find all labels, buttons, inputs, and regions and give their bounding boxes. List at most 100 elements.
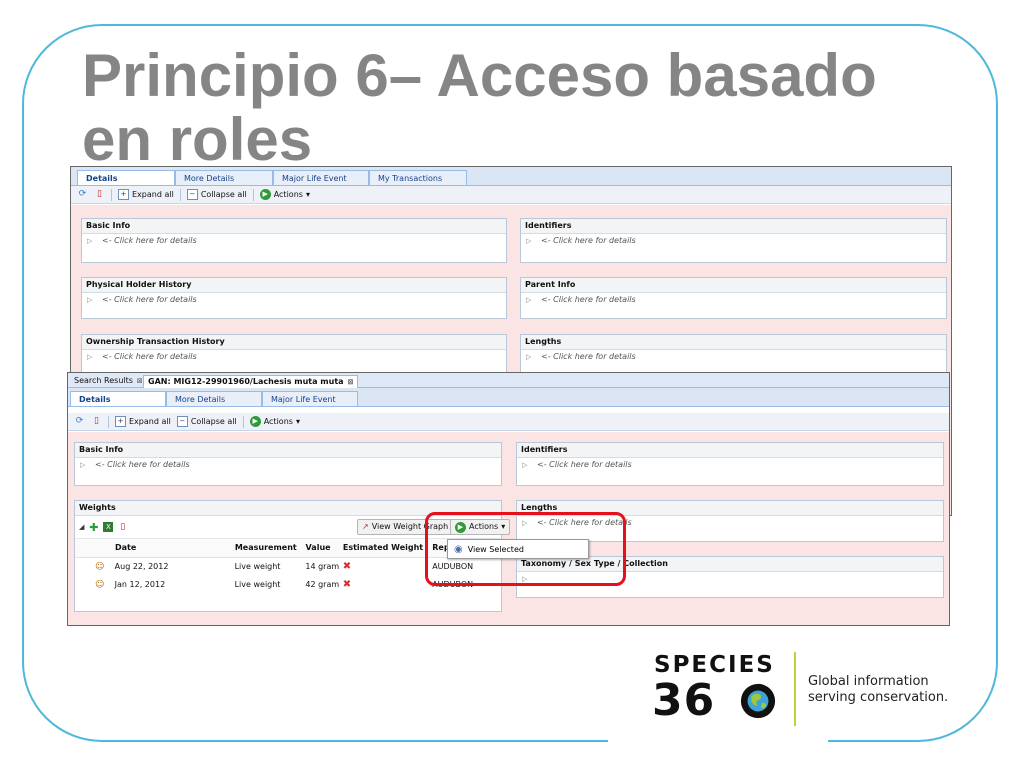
- panel-title: Identifiers: [517, 443, 943, 458]
- expand-triangle-icon[interactable]: ▷: [526, 234, 531, 248]
- panel-identifiers: Identifiers ▷ <- Click here for details: [516, 442, 944, 486]
- panel-expand-row[interactable]: ▷ <- Click here for details: [82, 234, 506, 248]
- panel-expand-row[interactable]: ▷ <- Click here for details: [82, 350, 506, 364]
- collapse-all-label: Collapse all: [200, 190, 247, 199]
- tab-major-life-event[interactable]: Major Life Event: [262, 391, 358, 406]
- actions-button[interactable]: ▶ Actions ▾: [249, 416, 300, 427]
- doctab-animal-record[interactable]: GAN: MIG12-29901960/Lachesis muta muta ⊠: [143, 375, 359, 388]
- actions-label: Actions: [263, 417, 293, 426]
- tab-my-transactions[interactable]: My Transactions: [369, 170, 467, 185]
- panel-title: Basic Info: [75, 443, 501, 458]
- panel-hint: <- Click here for details: [102, 352, 197, 361]
- toolbar-separator: [179, 188, 181, 201]
- expand-triangle-icon[interactable]: ▷: [87, 293, 92, 307]
- refresh-icon[interactable]: ⟳: [77, 189, 88, 200]
- panel-title: Ownership Transaction History: [82, 335, 506, 350]
- panel-identifiers: Identifiers ▷ <- Click here for details: [520, 218, 947, 263]
- expand-icon: +: [118, 189, 129, 200]
- excel-icon[interactable]: X: [103, 522, 114, 532]
- cross-icon: ✖: [342, 579, 352, 590]
- column-header-date[interactable]: Date: [115, 539, 235, 557]
- cross-icon: ✖: [342, 561, 352, 572]
- go-arrow-icon: ▶: [259, 189, 271, 200]
- column-header-estimated-weight[interactable]: Estimated Weight: [343, 539, 432, 557]
- expand-triangle-icon[interactable]: ▷: [87, 350, 92, 364]
- chart-icon: ↗: [362, 522, 369, 531]
- panel-lengths: Lengths ▷ <- Click here for details: [520, 334, 947, 376]
- collapse-all-button[interactable]: − Collapse all: [176, 416, 237, 427]
- collapse-all-button[interactable]: − Collapse all: [186, 189, 247, 200]
- close-icon[interactable]: ⊠: [137, 375, 143, 387]
- panel-ownership-transaction-history: Ownership Transaction History ▷ <- Click …: [81, 334, 507, 376]
- panel-basic-info: Basic Info ▷ <- Click here for details: [81, 218, 507, 263]
- tab-more-details[interactable]: More Details: [175, 170, 273, 185]
- doctab-label: GAN: MIG12-29901960/Lachesis muta muta: [148, 377, 344, 386]
- expand-triangle-icon[interactable]: ▷: [526, 350, 531, 364]
- panel-expand-row[interactable]: ▷ <- Click here for details: [521, 234, 946, 248]
- add-icon[interactable]: ✚: [88, 522, 99, 533]
- expand-triangle-icon[interactable]: ▷: [80, 458, 85, 472]
- panel-hint: <- Click here for details: [102, 236, 197, 245]
- expand-triangle-icon[interactable]: ▷: [526, 293, 531, 307]
- tab-details[interactable]: Details: [70, 391, 166, 406]
- panel-expand-row[interactable]: ▷ <- Click here for details: [521, 350, 946, 364]
- logo-tagline: Global information serving conservation.: [808, 674, 948, 706]
- expand-triangle-icon[interactable]: ▷: [522, 458, 527, 472]
- slide-frame-gap: [608, 730, 828, 750]
- panel-title: Lengths: [521, 335, 946, 350]
- collapse-icon: −: [176, 416, 188, 427]
- panel-physical-holder-history: Physical Holder History ▷ <- Click here f…: [81, 277, 507, 319]
- record-status-icon: ☺: [95, 562, 105, 572]
- logo-divider: [794, 652, 796, 726]
- actions-label: Actions: [273, 190, 303, 199]
- highlight-annotation: [425, 512, 626, 586]
- globe-icon: [740, 683, 776, 719]
- tab-bar: Details More Details Major Life Event: [68, 388, 949, 407]
- expand-all-button[interactable]: + Expand all: [115, 416, 171, 427]
- column-header-value[interactable]: Value: [306, 539, 343, 557]
- expand-all-label: Expand all: [129, 417, 171, 426]
- expand-triangle-icon[interactable]: ▷: [87, 234, 92, 248]
- panel-hint: <- Click here for details: [102, 295, 197, 304]
- toolbar-separator: [242, 415, 244, 428]
- cell-date: Jan 12, 2012: [114, 580, 166, 589]
- logo-number: 36: [652, 675, 716, 726]
- tab-major-life-event[interactable]: Major Life Event: [273, 170, 369, 185]
- expand-all-button[interactable]: + Expand all: [118, 189, 174, 200]
- tab-bar: Details More Details Major Life Event My…: [71, 167, 951, 186]
- panel-title: Basic Info: [82, 219, 506, 234]
- doctab-label: Search Results: [74, 376, 133, 385]
- actions-button[interactable]: ▶ Actions ▾: [259, 189, 310, 200]
- cell-date: Aug 22, 2012: [114, 562, 169, 571]
- collapse-triangle-icon[interactable]: ◢: [79, 523, 84, 531]
- slide-title: Principio 6– Acceso basado en roles: [82, 42, 877, 173]
- panel-hint: <- Click here for details: [95, 460, 190, 469]
- toolbar-separator: [252, 188, 254, 201]
- panel-hint: <- Click here for details: [541, 352, 636, 361]
- panel-expand-row[interactable]: ▷ <- Click here for details: [521, 293, 946, 307]
- doctab-search-results[interactable]: Search Results ⊠: [70, 375, 147, 387]
- panel-expand-row[interactable]: ▷ <- Click here for details: [82, 293, 506, 307]
- close-icon[interactable]: ⊠: [348, 376, 354, 388]
- panel-title: Parent Info: [521, 278, 946, 293]
- refresh-icon[interactable]: ⟳: [74, 416, 85, 427]
- details-toolbar: ⟳ ▯ + Expand all − Collapse all ▶ Actions ▾: [71, 186, 951, 204]
- cell-measurement: Live weight: [234, 580, 281, 589]
- panel-expand-row[interactable]: ▷ <- Click here for details: [75, 458, 501, 472]
- tab-details[interactable]: Details: [77, 170, 175, 185]
- collapse-all-label: Collapse all: [190, 417, 237, 426]
- toolbar-separator: [111, 188, 112, 201]
- column-header-measurement[interactable]: Measurement: [235, 539, 306, 557]
- details-toolbar: ⟳ ▯ + Expand all − Collapse all ▶ Actions ▾: [68, 413, 949, 431]
- panel-parent-info: Parent Info ▷ <- Click here for details: [520, 277, 947, 319]
- panel-title: Physical Holder History: [82, 278, 506, 293]
- pdf-icon[interactable]: ▯: [94, 189, 105, 200]
- tagline-line-1: Global information: [808, 674, 929, 689]
- species360-logo: SPECIES 36 Global information serving co…: [652, 650, 972, 730]
- pdf-icon[interactable]: ▯: [91, 416, 102, 427]
- panel-expand-row[interactable]: ▷ <- Click here for details: [517, 458, 943, 472]
- expand-icon: +: [115, 416, 126, 427]
- cell-value: 14 gram: [305, 562, 340, 571]
- pdf-icon[interactable]: ▯: [117, 522, 128, 533]
- tab-more-details[interactable]: More Details: [166, 391, 262, 406]
